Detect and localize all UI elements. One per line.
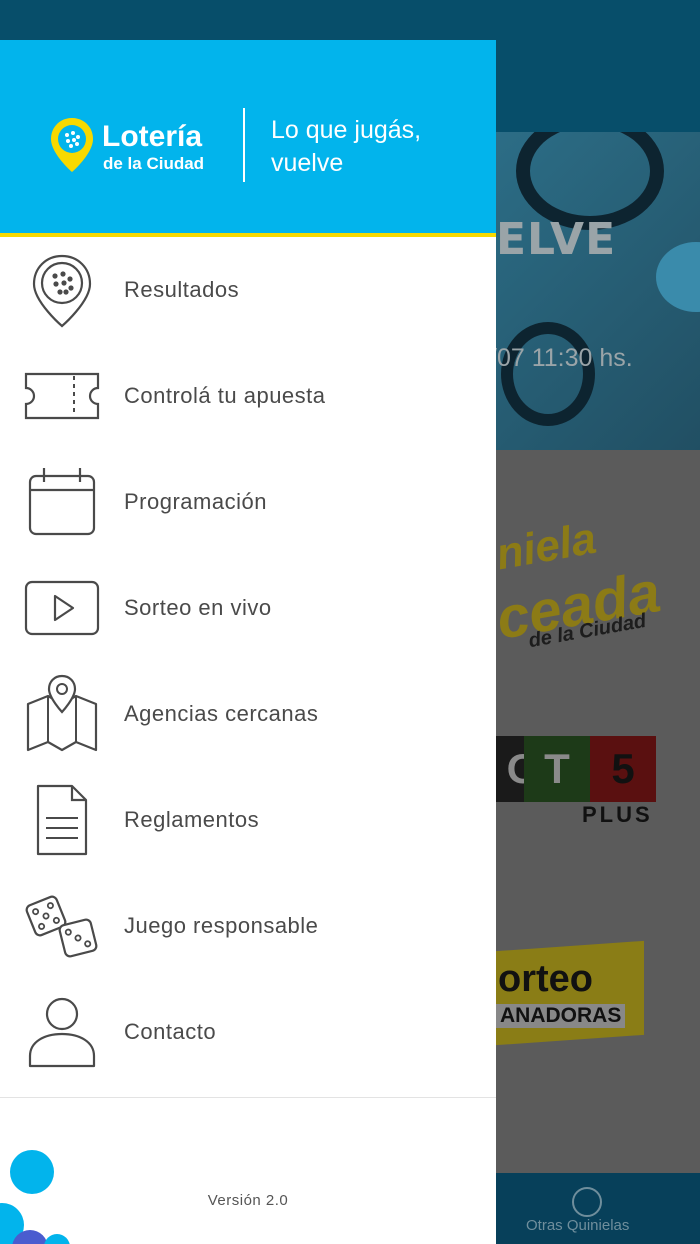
bottom-nav-label[interactable]: Otras Quinielas xyxy=(526,1217,629,1234)
menu-item-label: Reglamentos xyxy=(124,807,260,832)
loto-cell: T xyxy=(524,736,590,802)
drawer-header: Lotería de la Ciudad Lo que jugás, vuelv… xyxy=(0,40,496,237)
menu-item-label: Contacto xyxy=(124,1019,217,1044)
loto-plus-label: PLUS xyxy=(582,802,653,827)
tagline-line1: Lo que jugás, xyxy=(271,116,422,144)
menu-item-contacto[interactable]: Contacto xyxy=(0,979,496,1085)
menu-item-label: Juego responsable xyxy=(124,913,319,938)
map-pin-icon xyxy=(26,674,98,752)
menu-item-agencias-cercanas[interactable]: Agencias cercanas xyxy=(0,661,496,767)
menu-item-juego-responsable[interactable]: Juego responsable xyxy=(0,873,496,979)
logo-title: Lotería xyxy=(102,120,203,153)
menu-item-controla-tu-apuesta[interactable]: Controlá tu apuesta xyxy=(0,343,496,449)
game-card-sorteo[interactable]: orteo ANADORAS xyxy=(496,940,700,1046)
sorteo-logo-line2: ANADORAS xyxy=(496,1004,626,1028)
document-icon xyxy=(36,784,88,856)
menu-item-label: Resultados xyxy=(124,277,240,302)
banner-decoration xyxy=(501,322,595,426)
banner-decoration xyxy=(656,242,700,312)
menu-item-programacion[interactable]: Programación xyxy=(0,449,496,555)
decorative-dot xyxy=(44,1234,70,1244)
tagline-line2: vuelve xyxy=(271,149,344,177)
menu-item-label: Sorteo en vivo xyxy=(124,595,272,620)
drawer-divider xyxy=(0,1097,496,1098)
game-card-loto[interactable]: O T 5 PLUS xyxy=(490,736,700,836)
loteria-logo-pin-icon xyxy=(51,118,93,172)
header-divider xyxy=(243,108,245,182)
menu-item-sorteo-en-vivo[interactable]: Sorteo en vivo xyxy=(0,555,496,661)
play-video-icon xyxy=(24,580,100,636)
game-card-quiniela[interactable]: niela ceada de la Ciudad xyxy=(492,490,700,660)
quiniela-ball-icon[interactable] xyxy=(572,1187,602,1217)
version-label: Versión 2.0 xyxy=(207,1192,289,1209)
menu-item-reglamentos[interactable]: Reglamentos xyxy=(0,767,496,873)
loto-cell: 5 xyxy=(590,736,656,802)
calendar-icon xyxy=(28,468,96,536)
location-ball-icon xyxy=(32,254,92,328)
menu-item-label: Agencias cercanas xyxy=(124,701,319,726)
games-list: niela ceada de la Ciudad O T 5 PLUS orte… xyxy=(490,450,700,1173)
dice-icon xyxy=(25,895,98,958)
banner-title: ELVE xyxy=(496,214,617,265)
bottom-nav: Otras Quinielas xyxy=(496,1173,700,1244)
ticket-icon xyxy=(24,372,100,420)
menu-item-label: Controlá tu apuesta xyxy=(124,383,326,408)
menu-item-label: Programación xyxy=(124,489,267,514)
sorteo-logo-line1: orteo xyxy=(498,958,593,1000)
navigation-drawer: Lotería de la Ciudad Lo que jugás, vuelv… xyxy=(0,40,496,1244)
user-icon xyxy=(28,997,96,1068)
banner-date: /07 11:30 hs. xyxy=(496,344,633,372)
menu-item-resultados[interactable]: Resultados xyxy=(0,237,496,343)
promo-banner[interactable]: ELVE /07 11:30 hs. xyxy=(496,132,700,450)
logo-subtitle: de la Ciudad xyxy=(103,154,205,173)
decorative-dot xyxy=(10,1150,54,1194)
